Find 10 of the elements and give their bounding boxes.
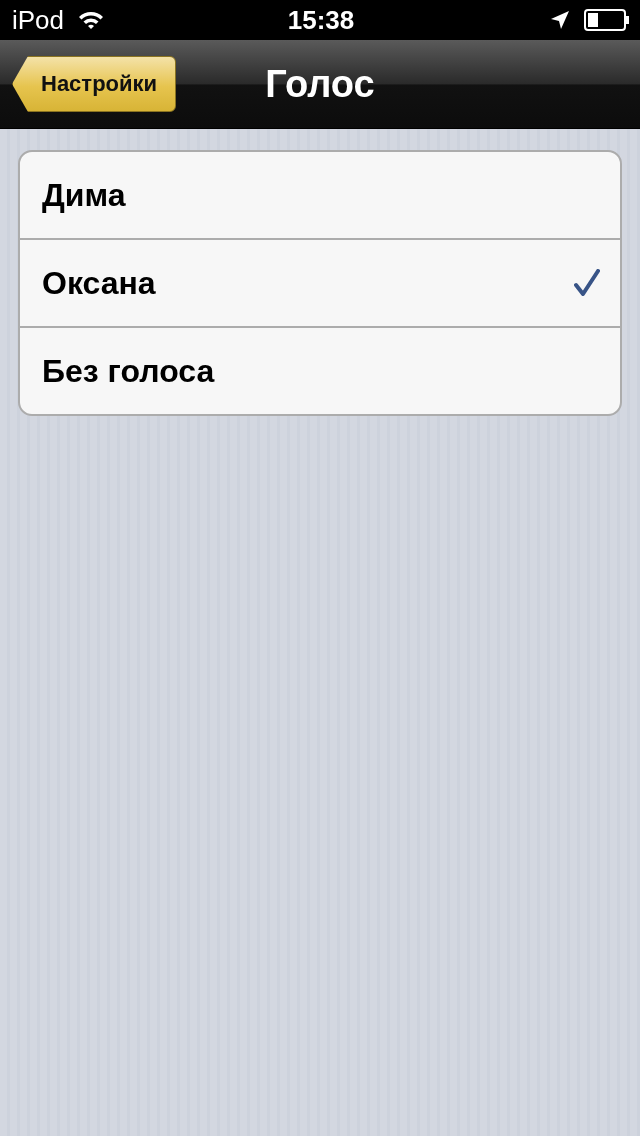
clock: 15:38 [287,4,355,36]
screen-title: Голос [265,62,375,106]
voice-option[interactable]: Дима [20,152,620,238]
voice-option[interactable]: Оксана [20,238,620,326]
location-arrow-icon [550,10,570,30]
voice-option[interactable]: Без голоса [20,326,620,414]
wifi-icon [78,10,105,30]
device-name: iPod [12,4,65,36]
battery-icon [584,9,630,31]
back-button[interactable]: Настройки [12,56,177,112]
